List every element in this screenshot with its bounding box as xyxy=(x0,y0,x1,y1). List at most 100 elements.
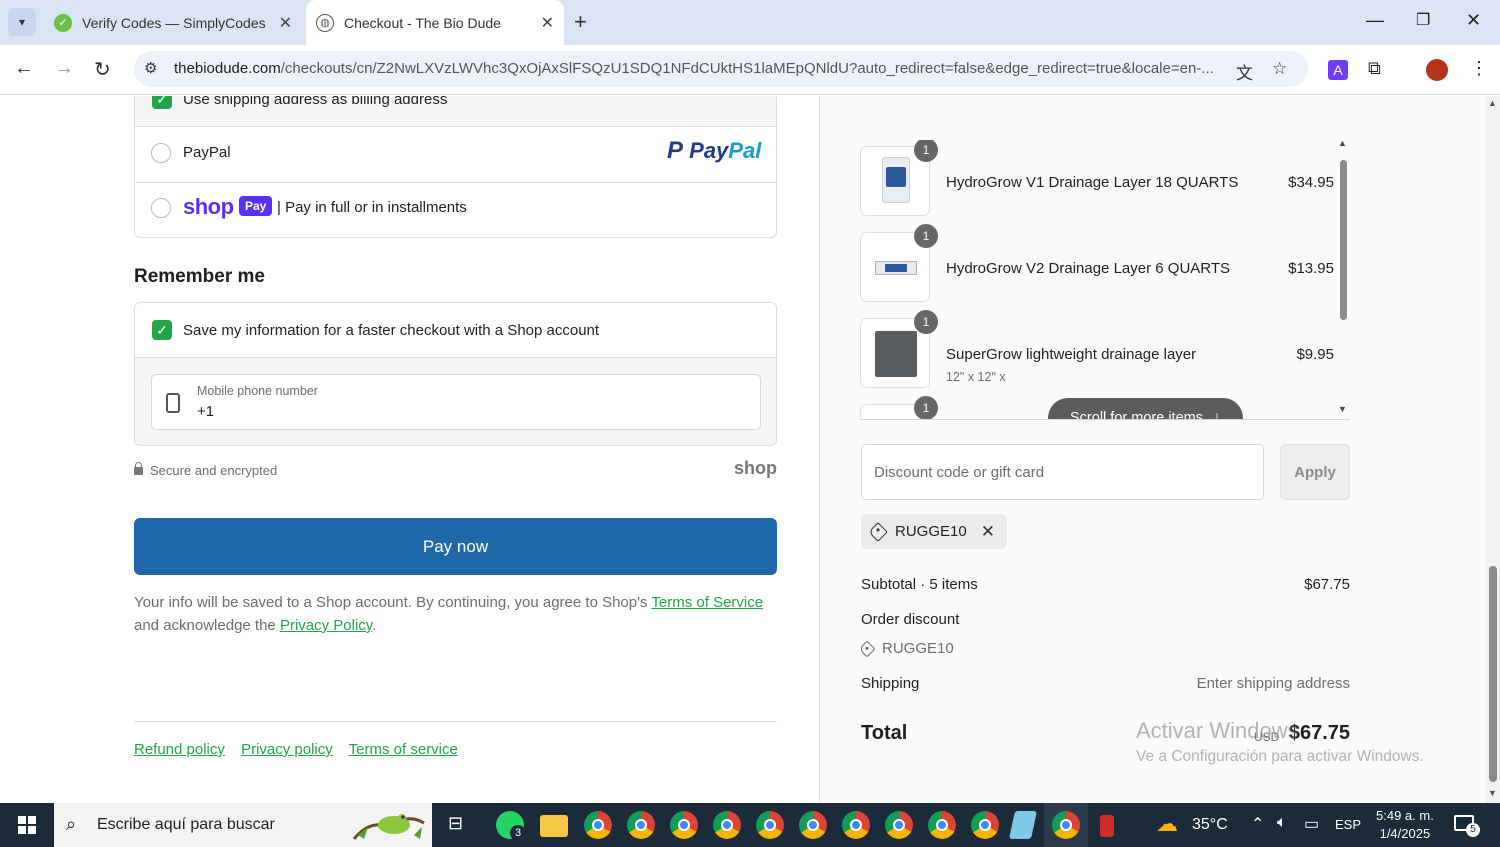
paypal-logo: P PayPal xyxy=(667,137,762,164)
search-placeholder: Escribe aquí para buscar xyxy=(97,816,275,833)
line-items-list[interactable]: 1 HydroGrow V1 Drainage Layer 18 QUARTS … xyxy=(860,140,1350,420)
chrome-profile-icon[interactable] xyxy=(670,811,698,839)
discount-code-input[interactable] xyxy=(874,445,1254,499)
page-scrollbar[interactable]: ▲ ▼ xyxy=(1486,96,1500,803)
chrome-active-icon[interactable] xyxy=(1052,811,1080,839)
extensions-puzzle-icon[interactable]: ⧉ xyxy=(1368,58,1381,79)
privacy-policy-footer-link[interactable]: Privacy policy xyxy=(241,741,333,758)
scroll-down-icon[interactable]: ▼ xyxy=(1338,404,1347,414)
new-tab-button[interactable]: + xyxy=(574,10,587,34)
save-info-checkbox[interactable]: ✓ xyxy=(152,320,172,340)
notifications-button[interactable]: 5 xyxy=(1454,813,1480,837)
chevron-down-icon: ▾ xyxy=(18,15,26,29)
chrome-profile-icon[interactable] xyxy=(627,811,655,839)
chrome-profile-icon[interactable] xyxy=(756,811,784,839)
browser-toolbar: ← → ↻ ⚙ thebiodude.com/checkouts/cn/Z2Nw… xyxy=(0,45,1500,95)
url-text[interactable]: thebiodude.com/checkouts/cn/Z2NwLXVzLWVh… xyxy=(174,60,1224,77)
translate-icon[interactable]: 文 xyxy=(1236,59,1253,84)
back-button[interactable]: ← xyxy=(14,57,34,80)
notepad-icon[interactable] xyxy=(1009,811,1037,839)
bookmark-star-icon[interactable]: ☆ xyxy=(1272,59,1287,79)
terms-of-service-link[interactable]: Terms of Service xyxy=(651,594,763,611)
chrome-profile-icon[interactable] xyxy=(713,811,741,839)
address-bar[interactable]: ⚙ thebiodude.com/checkouts/cn/Z2NwLXVzLW… xyxy=(134,51,1308,87)
mobile-phone-field[interactable]: Mobile phone number +1 xyxy=(151,374,761,430)
menu-dots-icon[interactable]: ⋮ xyxy=(1470,58,1488,79)
close-window-button[interactable]: ✕ xyxy=(1466,10,1481,31)
scroll-up-icon[interactable]: ▲ xyxy=(1488,98,1497,108)
task-view-icon[interactable]: ⊟ xyxy=(448,813,463,834)
scroll-down-icon[interactable]: ▼ xyxy=(1488,788,1497,798)
profile-avatar[interactable] xyxy=(1426,59,1448,81)
remember-me-heading: Remember me xyxy=(134,266,265,287)
item-title: SuperGrow lightweight drainage layer xyxy=(946,346,1197,363)
chrome-profile-icon[interactable] xyxy=(928,811,956,839)
chrome-profile-icon[interactable] xyxy=(842,811,870,839)
app-icon[interactable] xyxy=(1100,815,1114,837)
shop-pay-radio[interactable] xyxy=(151,198,171,218)
close-tab-icon[interactable]: ✕ xyxy=(279,13,292,33)
discount-code-field[interactable] xyxy=(861,444,1264,500)
language-indicator[interactable]: ESP xyxy=(1335,817,1361,832)
apply-button[interactable]: Apply xyxy=(1280,444,1350,500)
save-info-row[interactable]: ✓ Save my information for a faster check… xyxy=(135,303,776,357)
subtotal-value: $67.75 xyxy=(1304,576,1350,593)
pay-now-button[interactable]: Pay now xyxy=(134,518,777,575)
minimize-button[interactable]: — xyxy=(1366,10,1384,31)
search-icon: ⌕ xyxy=(66,814,77,834)
scrollbar-thumb[interactable] xyxy=(1489,566,1497,782)
order-discount-code: RUGGE10 xyxy=(858,640,954,657)
scrollbar-thumb[interactable] xyxy=(1340,160,1347,320)
shop-pay-badge: Pay xyxy=(239,196,273,216)
start-button[interactable] xyxy=(0,803,54,847)
paypal-radio[interactable] xyxy=(151,143,171,163)
divider xyxy=(135,182,776,183)
extension-a-icon[interactable]: A xyxy=(1328,60,1348,80)
windows-taskbar: ⌕ Escribe aquí para buscar ⊟ 3 ☁ 35°C ⌃ … xyxy=(0,803,1500,847)
billing-same-row[interactable]: ✓ Use shipping address as billing addres… xyxy=(135,96,776,127)
forward-button[interactable]: → xyxy=(54,57,74,80)
total-currency: USD xyxy=(1254,730,1280,744)
site-info-icon[interactable]: ⚙ xyxy=(144,59,157,77)
phone-section: Mobile phone number +1 xyxy=(135,357,776,445)
tab-checkout[interactable]: ◍ Checkout - The Bio Dude ✕ xyxy=(306,0,564,45)
temperature-text[interactable]: 35°C xyxy=(1192,816,1228,834)
chrome-profile-icon[interactable] xyxy=(971,811,999,839)
close-tab-icon[interactable]: ✕ xyxy=(541,13,554,33)
total-label: Total xyxy=(861,722,908,744)
weather-icon[interactable]: ☁ xyxy=(1156,811,1178,837)
items-scrollbar[interactable]: ▲ ▼ xyxy=(1336,138,1350,420)
phone-field-value[interactable]: +1 xyxy=(197,403,214,420)
tab-simplycodes[interactable]: ✓ Verify Codes — SimplyCodes ✕ xyxy=(50,0,302,45)
whatsapp-icon[interactable]: 3 xyxy=(496,811,526,841)
billing-checkbox[interactable]: ✓ xyxy=(152,96,172,109)
chevron-up-icon[interactable]: ⌃ xyxy=(1251,814,1264,834)
privacy-policy-link[interactable]: Privacy Policy xyxy=(280,617,372,634)
tab-strip: ▾ ✓ Verify Codes — SimplyCodes ✕ ◍ Check… xyxy=(0,0,1500,45)
consent-text: Your info will be saved to a Shop accoun… xyxy=(134,594,764,634)
billing-label: Use shipping address as billing address xyxy=(183,96,448,108)
reload-button[interactable]: ↻ xyxy=(94,57,111,82)
subtotal-row: Subtotal · 5 items $67.75 xyxy=(861,576,1350,593)
taskbar-search[interactable]: ⌕ Escribe aquí para buscar xyxy=(54,803,432,847)
order-discount-label: Order discount xyxy=(861,611,960,628)
scroll-for-more-button[interactable]: Scroll for more items ↓ xyxy=(1048,398,1243,420)
refund-policy-link[interactable]: Refund policy xyxy=(134,741,225,758)
network-icon[interactable]: ▭ xyxy=(1304,814,1319,834)
scroll-up-icon[interactable]: ▲ xyxy=(1338,138,1347,148)
divider xyxy=(860,419,1350,420)
chrome-profile-icon[interactable] xyxy=(584,811,612,839)
clock[interactable]: 5:49 a. m. 1/4/2025 xyxy=(1376,807,1434,843)
whatsapp-badge: 3 xyxy=(510,825,526,841)
chrome-profile-icon[interactable] xyxy=(799,811,827,839)
file-explorer-icon[interactable] xyxy=(540,815,568,837)
order-discount-row: Order discount xyxy=(861,611,1350,628)
tab-title: Checkout - The Bio Dude xyxy=(344,14,501,31)
restore-button[interactable]: ❐ xyxy=(1416,10,1430,30)
remove-discount-icon[interactable]: ✕ xyxy=(981,522,995,542)
terms-of-service-footer-link[interactable]: Terms of service xyxy=(349,741,458,758)
subtotal-label: Subtotal · 5 items xyxy=(861,576,978,593)
volume-icon[interactable]: 🔈︎ xyxy=(1277,814,1287,832)
tab-search-button[interactable]: ▾ xyxy=(8,8,36,36)
chrome-profile-icon[interactable] xyxy=(885,811,913,839)
